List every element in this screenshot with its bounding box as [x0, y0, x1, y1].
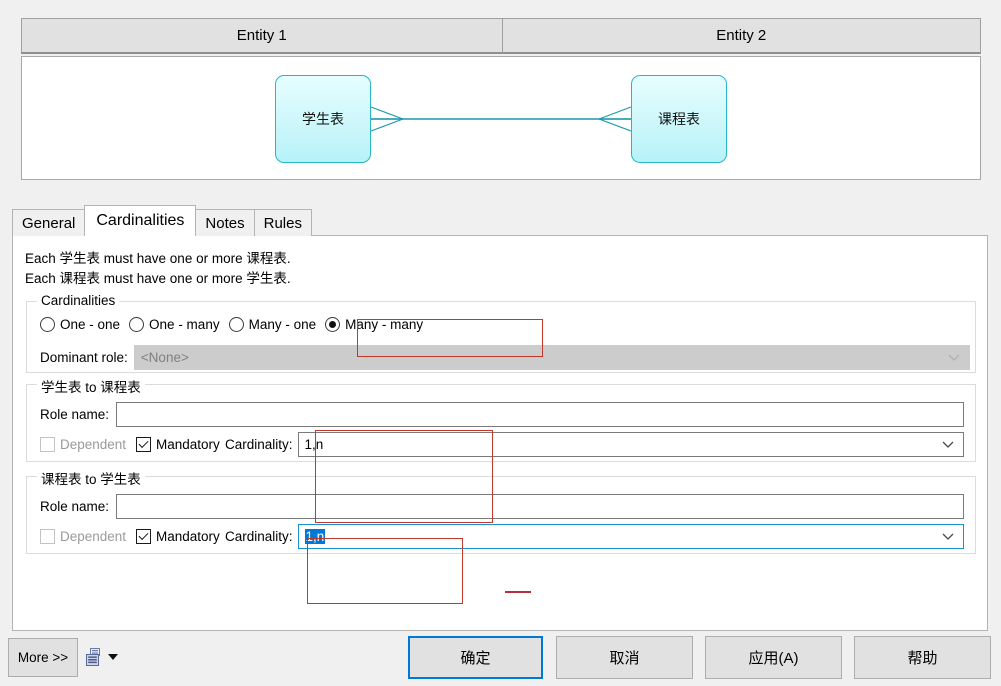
- relationship-connector-icon: [370, 106, 632, 132]
- chevron-down-icon: [942, 433, 954, 456]
- chevron-down-icon: [942, 525, 954, 548]
- radio-many-many-icon: [325, 317, 341, 332]
- tab-general[interactable]: General: [12, 209, 86, 236]
- dominant-role-select[interactable]: <None>: [133, 345, 970, 370]
- mandatory-checkbox-1[interactable]: [136, 437, 151, 452]
- cardinality-select-1[interactable]: 1,n: [297, 432, 964, 457]
- cancel-button[interactable]: 取消: [556, 636, 693, 679]
- chevron-down-icon: [948, 346, 960, 369]
- apply-button[interactable]: 应用(A): [705, 636, 842, 679]
- entity-1-header: Entity 1: [21, 18, 503, 54]
- dependent-label-1: Dependent: [60, 437, 127, 452]
- cardinalities-group-title: Cardinalities: [37, 293, 120, 308]
- radio-many-many-label: Many - many: [345, 317, 424, 332]
- cardinalities-group: Cardinalities One - one One - many Many …: [26, 293, 976, 373]
- role-section-2-title: 课程表 to 学生表: [37, 468, 145, 488]
- cardinality-value-2-wrap: 1,n: [299, 529, 326, 544]
- radio-one-one[interactable]: One - one: [40, 317, 120, 332]
- entity-node-2-label: 课程表: [658, 111, 700, 127]
- tab-notes-label: Notes: [205, 214, 245, 232]
- dependent-label-2: Dependent: [60, 529, 127, 544]
- tab-strip: General Cardinalities Notes Rules: [12, 205, 988, 236]
- entity-node-1[interactable]: 学生表: [275, 75, 371, 163]
- report-menu[interactable]: [86, 645, 124, 669]
- entity-2-header-label: Entity 2: [716, 27, 767, 44]
- cardinality-sentence-1: Each 学生表 must have one or more 课程表.: [25, 251, 291, 266]
- mandatory-label-2: Mandatory: [156, 529, 220, 544]
- role-section-1: 学生表 to 课程表 Role name: Dependent Mandator…: [26, 376, 976, 462]
- help-button-label: 帮助: [907, 650, 938, 667]
- caret-down-icon: [108, 653, 118, 660]
- dominant-role-value: <None>: [140, 350, 189, 365]
- entity-2-header: Entity 2: [501, 18, 981, 54]
- cardinality-sentence-2: Each 课程表 must have one or more 学生表.: [25, 271, 291, 286]
- entity-1-header-label: Entity 1: [236, 27, 287, 44]
- ok-button[interactable]: 确定: [408, 636, 543, 679]
- help-button[interactable]: 帮助: [854, 636, 991, 679]
- apply-button-label: 应用(A): [748, 650, 799, 667]
- radio-many-one-icon: [228, 317, 244, 332]
- relationship-diagram-canvas[interactable]: 学生表 课程表: [21, 56, 981, 180]
- role-section-2: 课程表 to 学生表 Role name: Dependent Mandator…: [26, 468, 976, 554]
- dialog-button-bar: More >> 确定 取消 应用(A) 帮助: [0, 631, 1001, 686]
- cardinality-radio-group: One - one One - many Many - one Many - m…: [40, 317, 432, 332]
- role-flags-row-1: Dependent Mandatory Cardinality: 1,n: [40, 432, 964, 457]
- radio-many-many[interactable]: Many - many: [325, 317, 423, 332]
- dominant-role-label: Dominant role:: [40, 350, 128, 365]
- cardinality-value-1: 1,n: [304, 437, 324, 452]
- role-flags-row-2: Dependent Mandatory Cardinality: 1,n: [40, 524, 964, 549]
- tab-general-label: General: [22, 214, 76, 232]
- role-name-label-2: Role name:: [40, 499, 110, 514]
- role-section-1-title: 学生表 to 课程表: [37, 376, 145, 396]
- cardinality-value-2: 1,n: [304, 529, 326, 544]
- tab-cardinalities[interactable]: Cardinalities: [84, 205, 197, 236]
- report-icon: [86, 647, 100, 666]
- mandatory-checkbox-2[interactable]: [136, 529, 151, 544]
- radio-one-many[interactable]: One - many: [129, 317, 220, 332]
- more-button[interactable]: More >>: [8, 638, 78, 677]
- cardinality-select-2[interactable]: 1,n: [297, 524, 964, 549]
- more-button-label: More >>: [17, 650, 69, 665]
- role-name-input-2[interactable]: [116, 494, 964, 519]
- radio-one-one-label: One - one: [60, 317, 121, 332]
- tab-notes[interactable]: Notes: [195, 209, 255, 236]
- mandatory-label-1: Mandatory: [156, 437, 220, 452]
- radio-many-one-label: Many - one: [248, 317, 317, 332]
- dependent-checkbox-2[interactable]: [40, 529, 55, 544]
- cardinality-label-2: Cardinality:: [225, 529, 293, 544]
- ok-button-label: 确定: [460, 650, 491, 667]
- dependent-checkbox-1[interactable]: [40, 437, 55, 452]
- radio-one-many-icon: [129, 317, 145, 332]
- role-name-row-1: Role name:: [40, 402, 964, 427]
- role-name-row-2: Role name:: [40, 494, 964, 519]
- cardinalities-tab-page: Each 学生表 must have one or more 课程表. Each…: [12, 235, 988, 631]
- cancel-button-label: 取消: [609, 650, 640, 667]
- entity-node-2[interactable]: 课程表: [631, 75, 727, 163]
- radio-one-one-icon: [40, 317, 55, 332]
- cardinality-label-1: Cardinality:: [225, 437, 293, 452]
- radio-many-one[interactable]: Many - one: [228, 317, 317, 332]
- tab-cardinalities-label: Cardinalities: [96, 212, 185, 229]
- tab-rules-label: Rules: [263, 214, 302, 232]
- role-name-label-1: Role name:: [40, 407, 110, 422]
- radio-one-many-label: One - many: [149, 317, 220, 332]
- entity-header-strip: Entity 1 Entity 2: [21, 18, 981, 54]
- tab-rules[interactable]: Rules: [253, 209, 312, 236]
- role-name-input-1[interactable]: [116, 402, 964, 427]
- entity-node-1-label: 学生表: [302, 111, 344, 127]
- dominant-role-row: Dominant role: <None>: [40, 345, 970, 370]
